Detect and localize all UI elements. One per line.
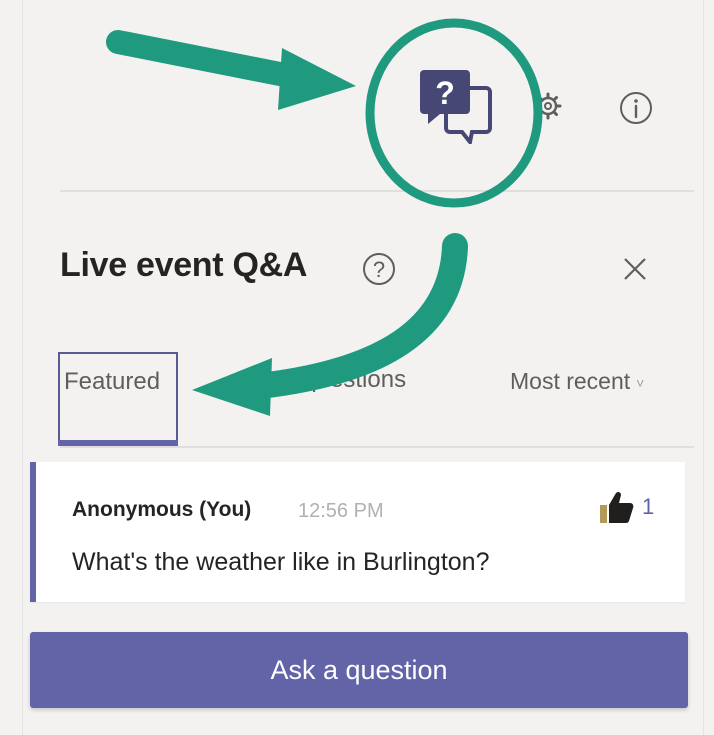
ask-question-button[interactable]: Ask a question	[30, 632, 688, 708]
sort-dropdown-value: Most recent	[510, 368, 631, 394]
tabs-divider	[60, 446, 694, 448]
gear-icon[interactable]	[534, 92, 562, 120]
svg-text:?: ?	[373, 257, 385, 282]
question-author: Anonymous (You)	[72, 498, 252, 521]
panel-title: Live event Q&A	[60, 246, 308, 284]
question-timestamp: 12:56 PM	[298, 500, 384, 522]
tab-all-questions[interactable]: All questions	[270, 366, 406, 394]
info-icon[interactable]	[618, 90, 654, 126]
qa-icon[interactable]: ?	[420, 66, 492, 144]
thumbs-up-icon[interactable]	[598, 490, 634, 524]
close-icon[interactable]	[620, 254, 650, 284]
tab-featured-label: Featured	[64, 368, 161, 395]
question-card: Anonymous (You) 12:56 PM 1 What's the we…	[30, 462, 685, 602]
help-icon[interactable]: ?	[362, 252, 396, 286]
svg-text:?: ?	[435, 75, 455, 111]
tab-featured[interactable]: Featured	[58, 352, 178, 446]
like-count: 1	[642, 494, 655, 519]
question-text: What's the weather like in Burlington?	[72, 548, 490, 576]
sort-dropdown[interactable]: Most recent ˅	[510, 368, 644, 395]
chevron-down-icon: ˅	[636, 374, 645, 391]
toolbar-divider	[60, 190, 694, 192]
